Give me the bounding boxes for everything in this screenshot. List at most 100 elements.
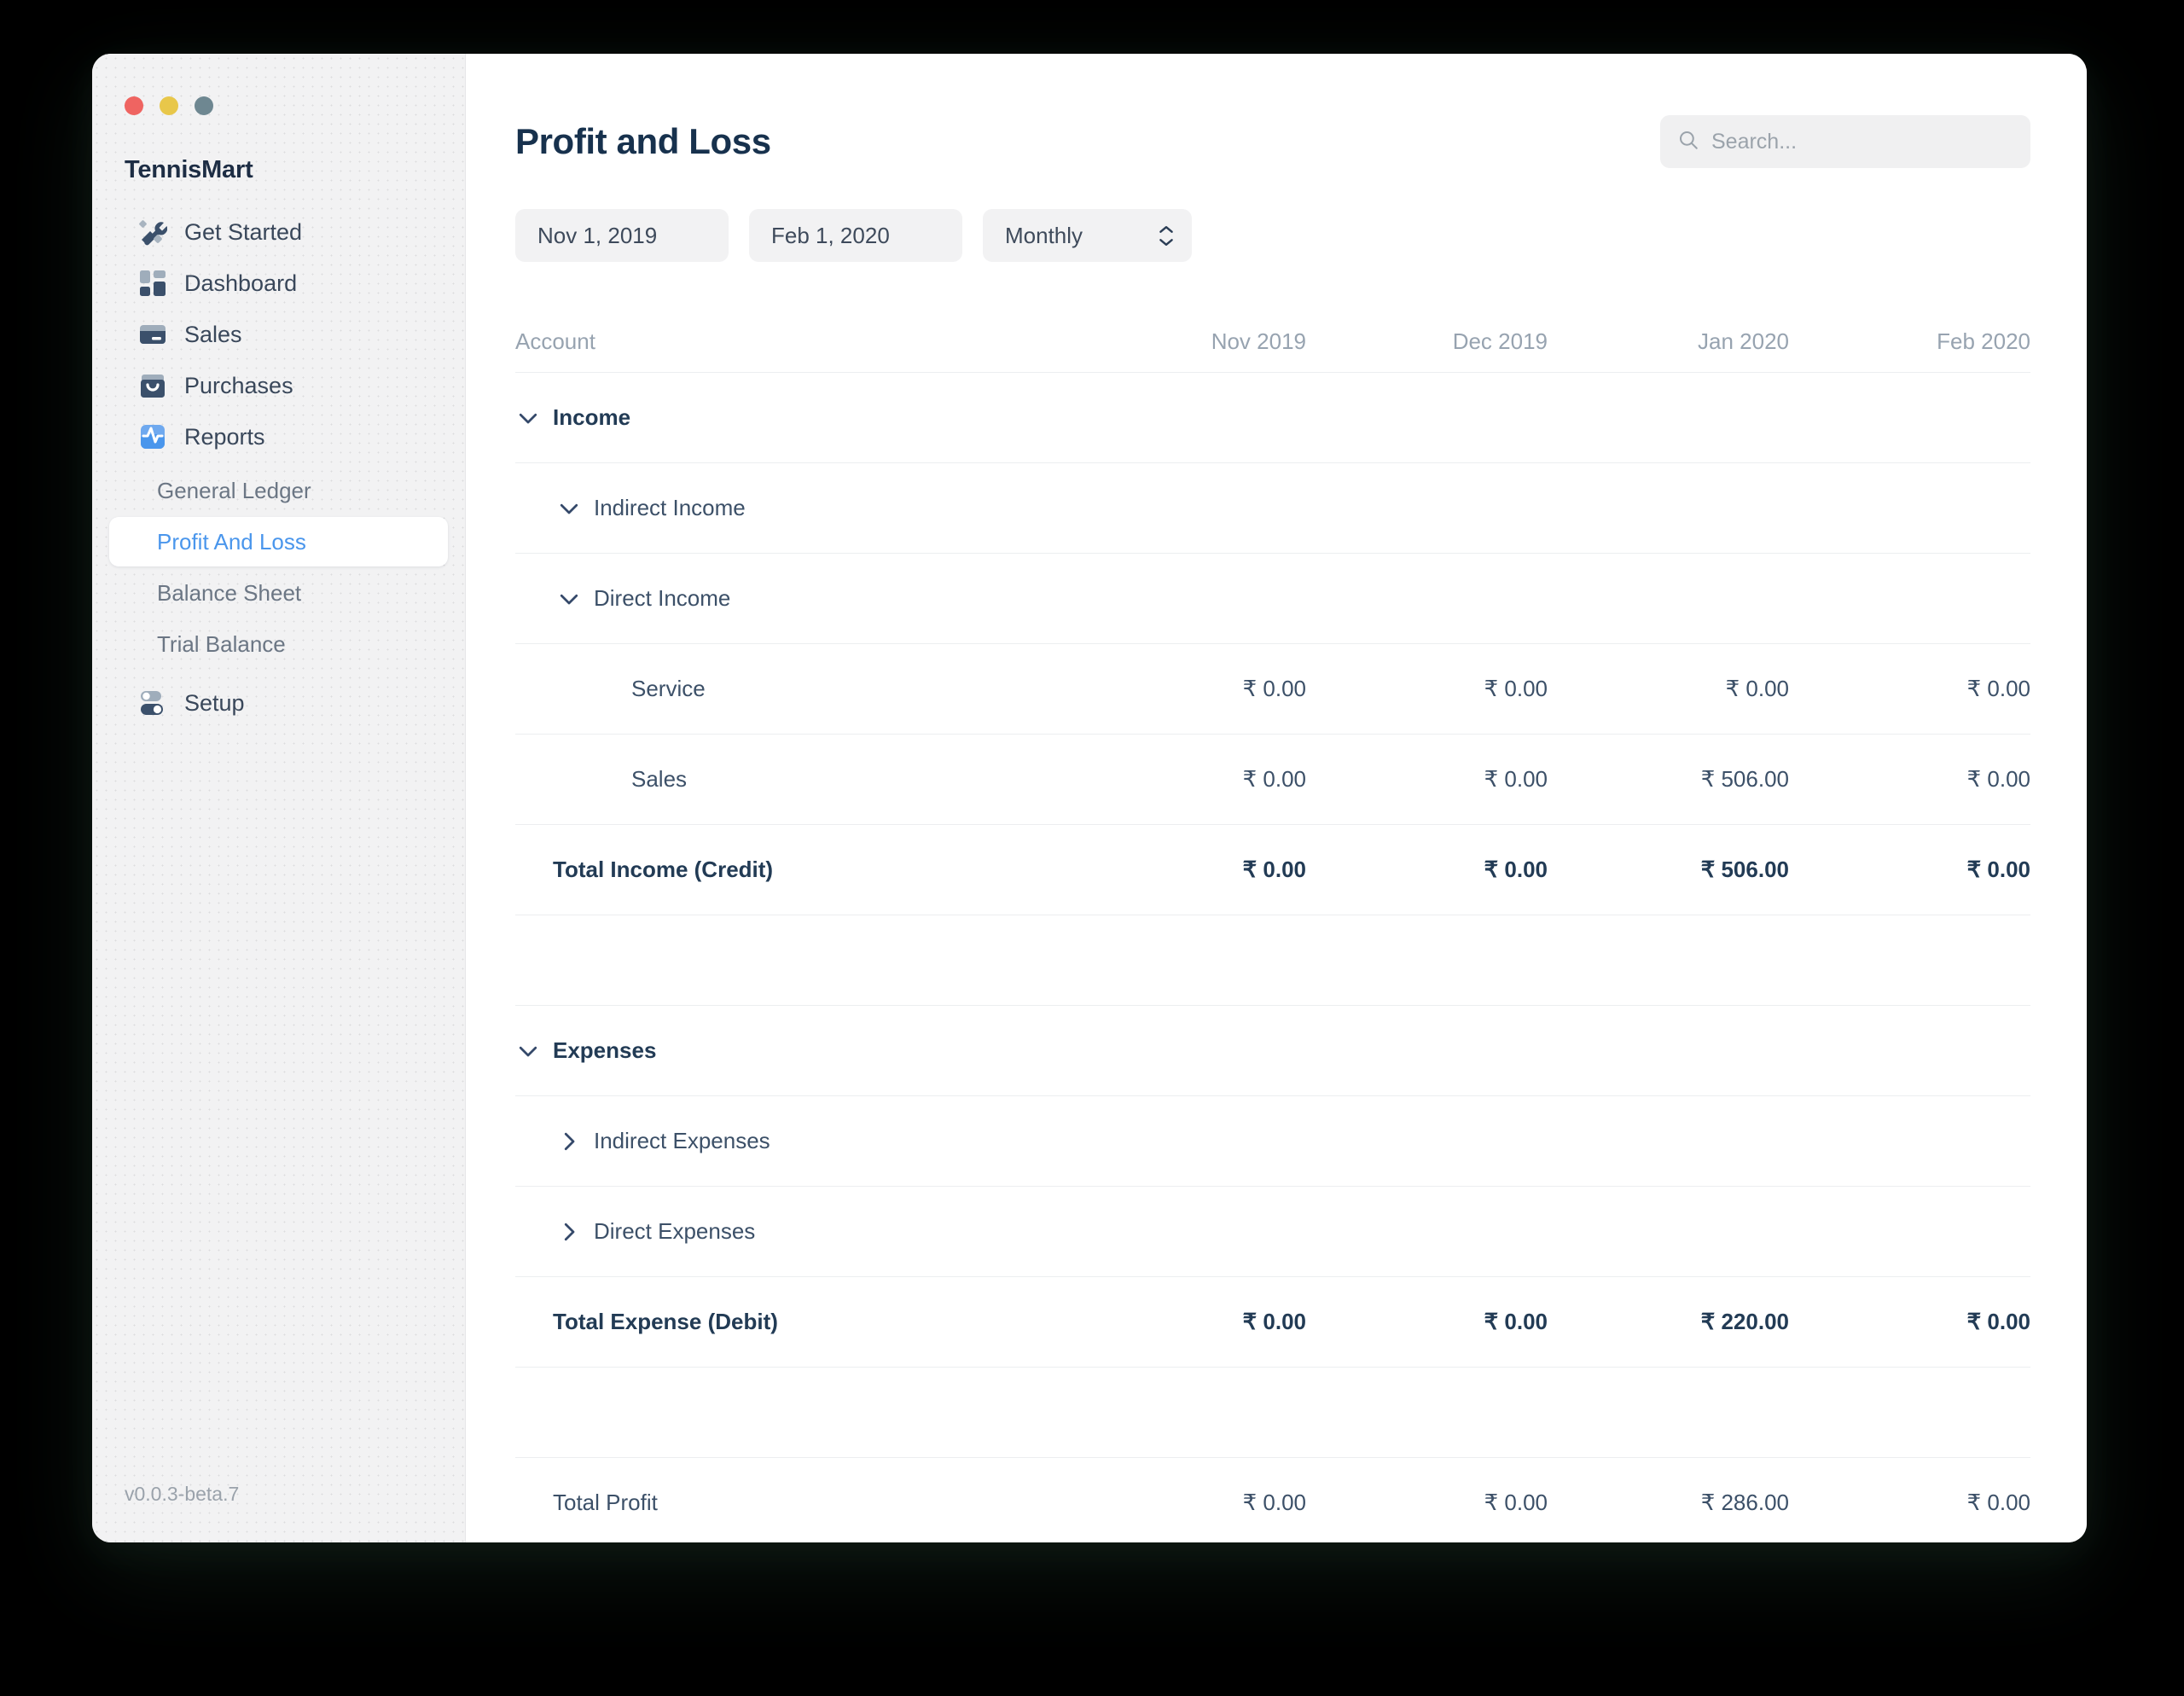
chevron-right-icon[interactable] [556,1219,582,1245]
row-account-cell: Indirect Expenses [515,1128,1065,1154]
tools-icon [138,218,168,247]
sidebar-item-label: Setup [184,689,245,716]
dashboard-icon [138,269,167,298]
chevron-right-icon[interactable] [556,1129,582,1154]
row-account-cell [515,948,1065,973]
row-amount-cell: ₹ 0.00 [1484,857,1548,882]
row-account-label: Indirect Income [594,495,746,520]
sidebar-item-label: Dashboard [184,270,298,296]
column-header-period: Dec 2019 [1452,328,1548,354]
table-header-row: Account Nov 2019 Dec 2019 Jan 2020 Feb 2… [515,311,2030,373]
row-account-cell: Direct Income [515,585,1065,612]
chevron-updown-icon [1158,225,1175,247]
row-amount-cell: ₹ 506.00 [1700,766,1789,792]
column-header-period: Nov 2019 [1211,328,1306,354]
row-amount-cell: ₹ 0.00 [1484,766,1548,792]
row-amount-cell: ₹ 0.00 [1725,676,1789,701]
from-date-input[interactable]: Nov 1, 2019 [515,209,729,262]
row-amount-cell: ₹ 506.00 [1700,857,1789,882]
search-input[interactable]: Search... [1660,115,2030,168]
card-icon [138,320,167,349]
sidebar-item-general-ledger[interactable]: General Ledger [109,466,448,515]
page-header: Profit and Loss Search... [515,54,2030,168]
row-account-label: Total Income (Credit) [553,857,774,882]
main-content: Profit and Loss Search... Nov 1, 2019 Fe… [466,54,2087,1542]
row-amount-cell: ₹ 0.00 [1966,1490,2030,1515]
sidebar: TennisMart Get Started Dashboard Sales P… [92,54,466,1542]
sidebar-item-setup[interactable]: Setup [106,677,451,729]
sidebar-item-label: Reports [184,423,265,450]
page-title: Profit and Loss [515,121,771,161]
row-account-cell: Sales [515,766,1065,793]
row-amount-cell: ₹ 0.00 [1242,1490,1306,1515]
close-window-button[interactable] [125,96,143,115]
table-row: Total Expense (Debit) ₹ 0.00 ₹ 0.00 ₹ 220.0… [515,1277,2030,1368]
row-amount-cell: ₹ 0.00 [1484,676,1548,701]
sidebar-item-trial-balance[interactable]: Trial Balance [109,619,448,669]
row-amount-cell: ₹ 0.00 [1966,857,2030,882]
row-account-cell: Income [515,404,1065,431]
table-row[interactable]: Expenses [515,1006,2030,1096]
row-account-label: Sales [631,766,688,792]
sidebar-item-balance-sheet[interactable]: Balance Sheet [109,568,448,618]
row-amount-cell: ₹ 0.00 [1484,1309,1548,1334]
column-header-account: Account [515,328,595,354]
maximize-window-button[interactable] [195,96,213,115]
row-account-cell: Total Income (Credit) [515,857,1065,883]
row-account-cell: Indirect Income [515,495,1065,521]
submenu-item-label: General Ledger [157,477,311,503]
sidebar-item-purchases[interactable]: Purchases [106,360,451,411]
to-date-input[interactable]: Feb 1, 2020 [749,209,962,262]
table-row: Total Profit ₹ 0.00 ₹ 0.00 ₹ 286.00 ₹ 0.00 [515,1458,2030,1542]
row-account-cell: Service [515,676,1065,702]
row-amount-cell: ₹ 0.00 [1242,1309,1306,1334]
sidebar-item-get-started[interactable]: Get Started [106,206,451,258]
sidebar-item-label: Get Started [184,218,303,245]
sidebar-item-dashboard[interactable]: Dashboard [106,258,451,309]
report-filters: Nov 1, 2019 Feb 1, 2020 Monthly [515,209,2030,262]
periodicity-select[interactable]: Monthly [983,209,1192,262]
sidebar-item-profit-and-loss[interactable]: Profit And Loss [109,517,448,566]
table-row[interactable]: Income [515,373,2030,463]
submenu-item-label: Trial Balance [157,630,286,657]
row-amount-cell: ₹ 0.00 [1242,857,1306,882]
table-row[interactable]: Indirect Expenses [515,1096,2030,1187]
row-account-cell: Total Profit [515,1490,1065,1516]
chevron-down-icon[interactable] [515,405,541,431]
minimize-window-button[interactable] [160,96,178,115]
sidebar-item-reports[interactable]: Reports [106,411,451,462]
column-header-period: Jan 2020 [1698,328,1789,354]
desktop-background: TennisMart Get Started Dashboard Sales P… [0,0,2184,1696]
basket-icon [138,371,167,400]
submenu-item-label: Balance Sheet [157,579,302,606]
table-row[interactable]: Direct Expenses [515,1187,2030,1277]
table-row[interactable]: Direct Income [515,554,2030,644]
brand-name: TennisMart [125,156,253,183]
profit-loss-table: Account Nov 2019 Dec 2019 Jan 2020 Feb 2… [515,311,2030,1542]
table-body: Income Indirect Income Direct Income Servic… [515,373,2030,1542]
chevron-down-icon[interactable] [556,496,582,521]
search-placeholder: Search... [1711,129,1798,154]
table-row[interactable]: Indirect Income [515,463,2030,554]
reports-submenu: General Ledger Profit And Loss Balance S… [92,466,465,669]
table-spacer-row [515,915,2030,1006]
submenu-item-label: Profit And Loss [157,528,306,555]
row-account-cell: Expenses [515,1037,1065,1064]
row-account-label: Total Profit [553,1490,658,1515]
chevron-down-icon[interactable] [515,1038,541,1064]
row-amount-cell: ₹ 220.00 [1700,1309,1789,1334]
row-account-cell: Total Expense (Debit) [515,1309,1065,1335]
row-account-cell: Direct Expenses [515,1218,1065,1245]
chevron-down-icon[interactable] [556,586,582,612]
row-amount-cell: ₹ 0.00 [1966,1309,2030,1334]
table-row: Service ₹ 0.00 ₹ 0.00 ₹ 0.00 ₹ 0.00 [515,644,2030,735]
row-amount-cell: ₹ 0.00 [1242,766,1306,792]
window-traffic-lights [92,54,465,115]
sidebar-item-sales[interactable]: Sales [106,309,451,360]
